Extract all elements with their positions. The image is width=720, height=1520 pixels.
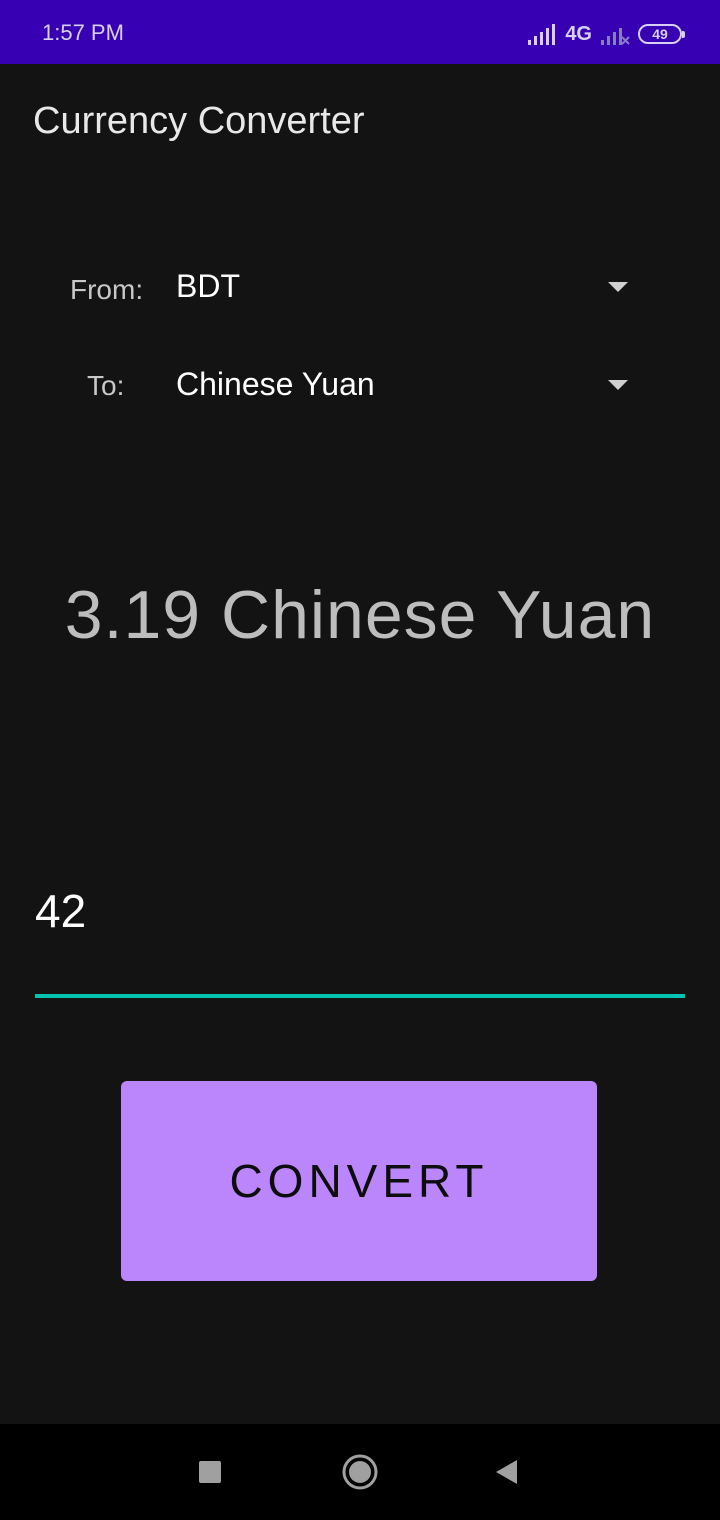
app-screen: 1:57 PM 4G 49 Currency Converter From: B… <box>0 0 720 1520</box>
navigation-bar <box>0 1424 720 1520</box>
signal-strength-icon <box>528 24 556 45</box>
conversion-result: 3.19 Chinese Yuan <box>64 577 656 653</box>
home-circle-icon <box>342 1454 378 1490</box>
status-time: 1:57 PM <box>42 20 124 45</box>
input-underline <box>35 994 685 998</box>
to-currency-dropdown[interactable]: Chinese Yuan <box>176 356 636 416</box>
amount-value: 42 <box>35 885 87 937</box>
to-label: To: <box>87 370 125 401</box>
back-button[interactable] <box>486 1452 526 1492</box>
to-currency-value: Chinese Yuan <box>176 366 375 402</box>
home-button[interactable] <box>340 1452 380 1492</box>
from-label: From: <box>70 274 144 305</box>
from-currency-value: BDT <box>176 268 240 304</box>
convert-button[interactable]: CONVERT <box>121 1081 597 1281</box>
battery-tip <box>682 31 685 38</box>
battery-icon: 49 <box>638 24 685 44</box>
recents-button[interactable] <box>190 1452 230 1492</box>
status-bar: 1:57 PM 4G 49 <box>0 0 720 64</box>
amount-input[interactable]: 42 <box>35 870 685 998</box>
from-currency-dropdown[interactable]: BDT <box>176 258 636 318</box>
dropdown-arrow-icon <box>608 282 628 292</box>
to-row: To: Chinese Yuan <box>0 356 720 416</box>
from-row: From: BDT <box>0 258 720 318</box>
network-type: 4G <box>565 22 592 45</box>
battery-level: 49 <box>652 26 668 42</box>
back-triangle-icon <box>496 1460 517 1484</box>
dropdown-arrow-icon <box>608 380 628 390</box>
app-title: Currency Converter <box>33 100 365 142</box>
recents-square-icon <box>199 1461 221 1483</box>
convert-button-label: CONVERT <box>229 1155 489 1207</box>
signal-no-service-icon <box>601 28 630 45</box>
status-icons: 4G 49 <box>527 20 685 48</box>
